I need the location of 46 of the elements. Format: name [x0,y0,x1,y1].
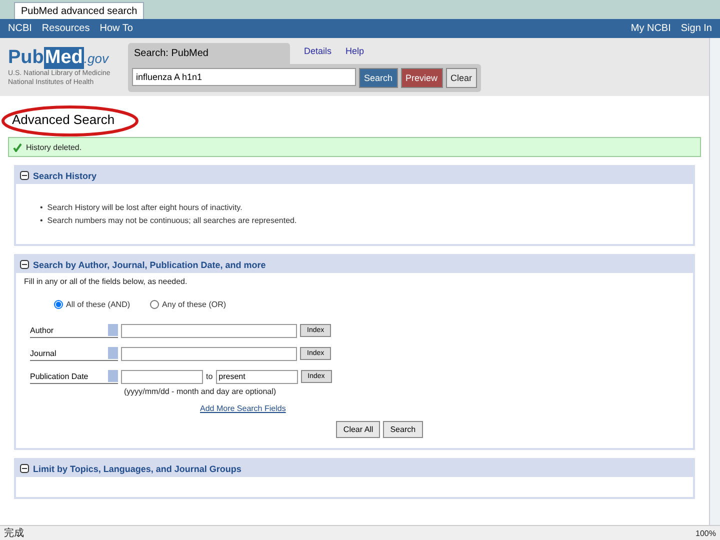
history-note: • Search History will be lost after eight hours of inactivity. [40,202,244,213]
radio-label: All of these (AND) [66,300,130,309]
collapse-icon[interactable] [20,464,29,473]
range-label: to [206,372,213,381]
date-hint: (yyyy/mm/dd - month and day are optional) [123,387,278,396]
collapse-icon[interactable] [20,171,29,180]
term-field[interactable] [121,346,297,360]
status-text: 完成 [4,526,24,540]
section-title[interactable]: Search History [33,170,97,180]
form-button[interactable]: Clear All [336,421,380,438]
menu-link[interactable]: How To [100,23,133,34]
form-button[interactable]: Search [383,421,423,438]
menu-link[interactable]: Resources [42,23,90,34]
history-note: • Search numbers may not be continuous; all searches are represented. [40,215,298,226]
ncbi-link[interactable]: NCBI [8,23,32,34]
radio-button[interactable] [150,300,160,309]
end-date-field[interactable]: present [216,370,298,384]
field-select[interactable]: Author [30,323,118,338]
check-icon [13,142,22,152]
add-fields-link[interactable]: Add More Search Fields [200,404,286,413]
header-link[interactable]: Help [346,46,364,64]
zoom-level[interactable]: 100% [696,528,716,538]
search-database-tab[interactable]: Search: PubMed [128,42,290,64]
page-title: Advanced Search [12,112,115,127]
radio-label: Any of these (OR) [162,300,226,309]
logo-text[interactable]: .gov [84,51,108,66]
collapse-icon[interactable] [20,260,29,269]
sign-in-link[interactable]: Sign In [680,23,712,34]
search-bar-button[interactable]: Preview [400,68,443,88]
search-field[interactable]: influenza A h1n1 [132,68,356,86]
field-select[interactable]: Publication Date [30,369,118,384]
instruction-text: Fill in any or all of the fields below, as needed. [24,277,188,286]
radio-button[interactable] [54,300,63,309]
section-title[interactable]: Limit by Topics, Languages, and Journal Groups [33,464,242,474]
header-link[interactable]: Details [304,46,332,64]
logo-text[interactable]: Med [44,47,84,69]
browser-tab[interactable]: PubMed advanced search [14,2,144,19]
term-field[interactable] [121,324,297,338]
field-select[interactable]: Journal [30,346,118,361]
logo-text[interactable]: Pub [8,47,44,69]
search-bar-button[interactable]: Clear [446,68,478,88]
scrollbar[interactable] [709,38,720,525]
search-bar-button[interactable]: Search [359,68,398,88]
start-date-field[interactable] [121,370,203,384]
my-ncbi-link[interactable]: My NCBI [630,23,671,34]
message-text: History deleted. [26,142,82,152]
